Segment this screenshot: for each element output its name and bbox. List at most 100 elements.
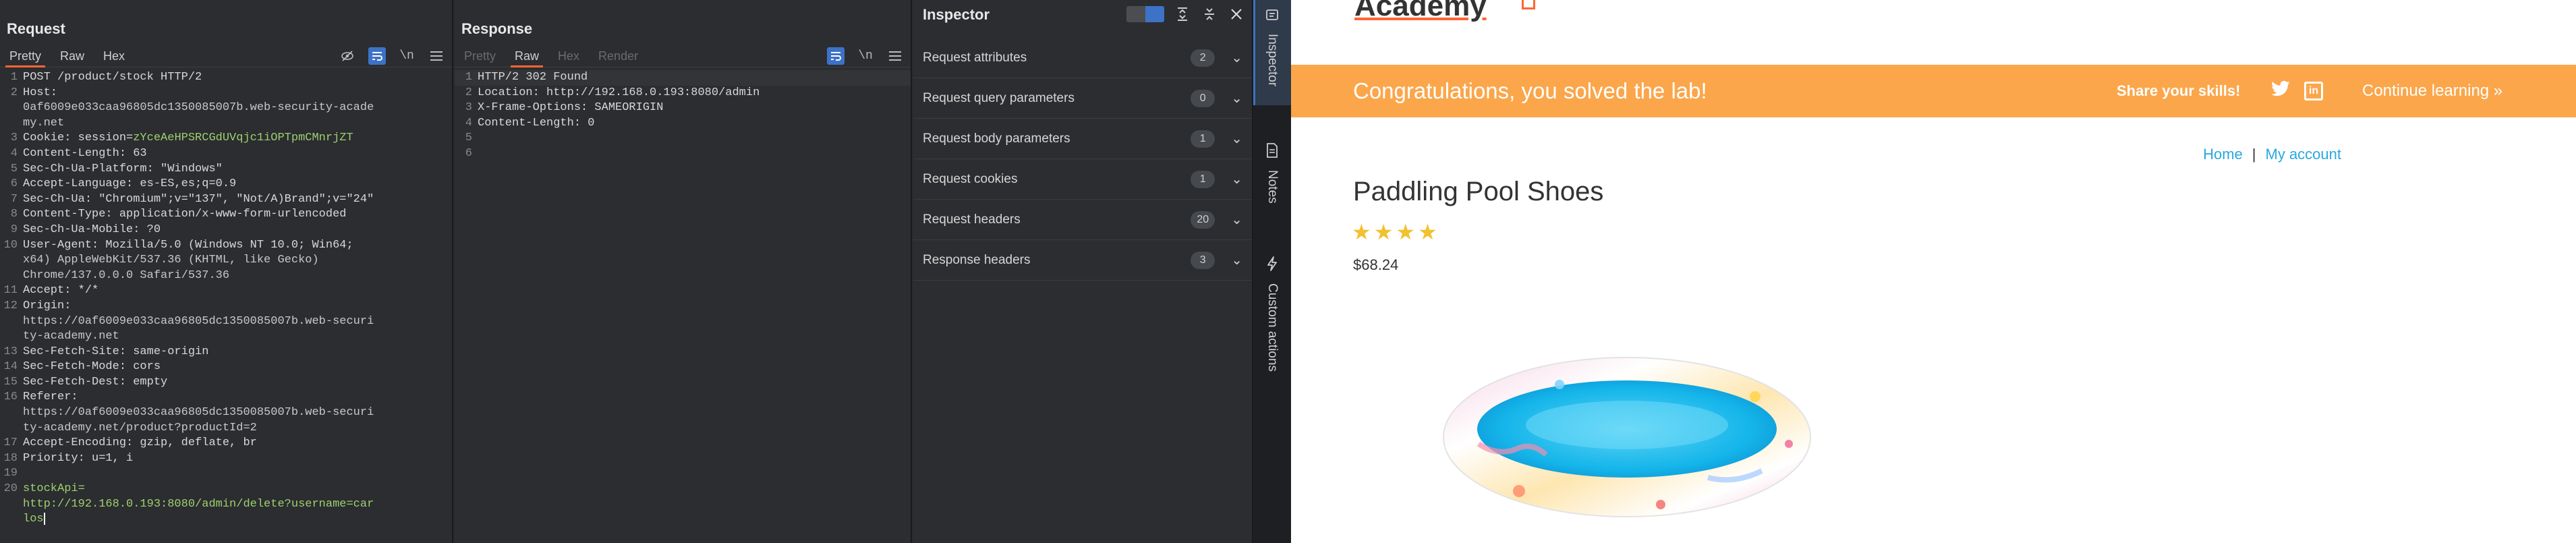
tab-hex[interactable]: Hex [548, 45, 589, 67]
twitter-icon[interactable] [2270, 80, 2291, 103]
code-line[interactable]: 9 Sec-Ch-Ua-Mobile: ?0 [0, 223, 452, 238]
response-editor[interactable]: 1 HTTP/2 302 Found 2 Location: http://192.1… [455, 70, 911, 543]
newline-icon[interactable]: \n [398, 47, 416, 65]
code-line[interactable]: 6 Accept-Language: es-ES,es;q=0.9 [0, 177, 452, 192]
line-text: my.net [20, 116, 452, 132]
code-token: Sec-Ch-Ua-Platform: "Windows" [23, 162, 223, 175]
line-number: 17 [3, 436, 18, 450]
wrap-icon[interactable] [368, 47, 386, 65]
lab-website: Academy Congratulations, you solved the … [1291, 0, 2576, 543]
code-token: Priority: u=1, i [23, 451, 134, 465]
inspector-header: Inspector [913, 0, 1252, 30]
response-title: Response [461, 20, 533, 37]
menu-icon[interactable] [428, 47, 445, 65]
line-text: Accept-Encoding: gzip, deflate, br [20, 436, 452, 451]
tab-raw[interactable]: Raw [505, 45, 548, 67]
side-tab-inspector[interactable]: Inspector [1253, 0, 1291, 105]
code-line[interactable]: ty-academy.net/product?productId=2 [0, 421, 452, 436]
eye-slash-icon[interactable] [339, 47, 356, 65]
code-line[interactable]: 14 Sec-Fetch-Mode: cors [0, 360, 452, 375]
code-line[interactable]: https://0af6009e033caa96805dc1350085007b… [0, 314, 452, 330]
tab-render[interactable]: Render [589, 45, 648, 67]
chevron-down-icon[interactable]: ⌄ [1231, 252, 1242, 268]
code-line[interactable]: 18 Priority: u=1, i [0, 451, 452, 467]
collapse-all-icon[interactable] [1201, 5, 1218, 23]
inspector-layout-toggle[interactable] [1126, 6, 1164, 22]
wrap-icon[interactable] [827, 47, 845, 65]
academy-logo[interactable]: Academy [1354, 0, 1487, 23]
continue-learning-link[interactable]: Continue learning » [2362, 82, 2502, 101]
inspector-row-request-headers[interactable]: Request headers 20 ⌄ [913, 200, 1252, 240]
chevron-down-icon[interactable]: ⌄ [1231, 90, 1242, 107]
rating-stars: ★★★★ [1352, 219, 1440, 245]
code-line[interactable]: 0af6009e033caa96805dc1350085007b.web-sec… [0, 101, 452, 116]
line-text: X-Frame-Options: SAMEORIGIN [475, 101, 911, 116]
side-tab-label: Custom actions [1265, 283, 1280, 372]
code-line[interactable]: 20 stockApi= [0, 482, 452, 497]
code-line[interactable]: 6 [455, 146, 911, 162]
chevron-down-icon[interactable]: ⌄ [1231, 49, 1242, 66]
code-line[interactable]: my.net [0, 116, 452, 132]
inspector-row-request-body-parameters[interactable]: Request body parameters 1 ⌄ [913, 119, 1252, 159]
code-line[interactable]: http://192.168.0.193:8080/admin/delete?u… [0, 497, 452, 513]
linkedin-icon[interactable]: in [2304, 82, 2323, 101]
layout-table-icon[interactable] [1145, 6, 1164, 22]
chevron-down-icon[interactable]: ⌄ [1231, 130, 1242, 147]
line-text: Sec-Fetch-Mode: cors [20, 360, 452, 375]
code-line[interactable]: x64) AppleWebKit/537.36 (KHTML, like Gec… [0, 253, 452, 268]
code-line[interactable]: 4 Content-Length: 63 [0, 146, 452, 162]
inspector-row-response-headers[interactable]: Response headers 3 ⌄ [913, 240, 1252, 281]
my-account-link[interactable]: My account [2266, 146, 2342, 163]
side-tab-notes[interactable]: Notes [1253, 143, 1291, 231]
code-line[interactable]: 4 Content-Length: 0 [455, 116, 911, 132]
line-text: User-Agent: Mozilla/5.0 (Windows NT 10.0… [20, 238, 452, 254]
code-line[interactable]: 12 Origin: [0, 299, 452, 314]
code-line[interactable]: 2 Location: http://192.168.0.193:8080/adm… [455, 86, 911, 101]
code-line[interactable]: los [0, 512, 452, 527]
code-line[interactable]: 2 Host: [0, 86, 452, 101]
chevron-down-icon[interactable]: ⌄ [1231, 211, 1242, 228]
code-line[interactable]: 11 Accept: */* [0, 283, 452, 299]
code-line[interactable]: 17 Accept-Encoding: gzip, deflate, br [0, 436, 452, 451]
close-icon[interactable] [1228, 5, 1245, 23]
code-line[interactable]: 13 Sec-Fetch-Site: same-origin [0, 345, 452, 360]
code-line[interactable]: https://0af6009e033caa96805dc1350085007b… [0, 405, 452, 421]
code-line[interactable]: 3 X-Frame-Options: SAMEORIGIN [455, 101, 911, 116]
code-line[interactable]: 7 Sec-Ch-Ua: "Chromium";v="137", "Not/A)B… [0, 192, 452, 208]
code-line[interactable]: 19 [0, 466, 452, 482]
side-tab-custom-actions[interactable]: Custom actions [1253, 256, 1291, 405]
code-line[interactable]: 3 Cookie: session=zYceAeHPSRCGdUVqjc1iOPT… [0, 131, 452, 146]
menu-icon[interactable] [886, 47, 904, 65]
request-editor[interactable]: 1 POST /product/stock HTTP/2 2 Host: 0af6009… [0, 70, 452, 543]
line-text: los [20, 512, 452, 527]
tab-hex[interactable]: Hex [94, 45, 134, 67]
code-line[interactable]: 10 User-Agent: Mozilla/5.0 (Windows NT 10… [0, 238, 452, 254]
code-token: Origin: [23, 299, 71, 312]
code-token: Accept-Encoding: gzip, deflate, br [23, 436, 257, 450]
inspector-row-request-query-parameters[interactable]: Request query parameters 0 ⌄ [913, 78, 1252, 119]
inspector-row-request-attributes[interactable]: Request attributes 2 ⌄ [913, 38, 1252, 78]
tab-pretty[interactable]: Pretty [455, 45, 505, 67]
code-line[interactable]: 5 [455, 131, 911, 146]
code-token: Sec-Fetch-Mode: cors [23, 360, 161, 374]
code-line[interactable]: 15 Sec-Fetch-Dest: empty [0, 375, 452, 391]
code-line[interactable]: 16 Referer: [0, 390, 452, 405]
line-number: 11 [3, 284, 18, 297]
line-number: 14 [3, 360, 18, 374]
code-line[interactable]: 8 Content-Type: application/x-www-form-ur… [0, 207, 452, 223]
tab-raw[interactable]: Raw [51, 45, 94, 67]
layout-list-icon[interactable] [1126, 6, 1145, 22]
code-token: Host: [23, 86, 58, 99]
line-text: stockApi= [20, 482, 452, 497]
chevron-down-icon[interactable]: ⌄ [1231, 171, 1242, 188]
inspector-row-request-cookies[interactable]: Request cookies 1 ⌄ [913, 159, 1252, 200]
home-link[interactable]: Home [2203, 146, 2243, 163]
code-line[interactable]: 1 HTTP/2 302 Found [455, 70, 911, 86]
code-line[interactable]: 5 Sec-Ch-Ua-Platform: "Windows" [0, 162, 452, 177]
code-line[interactable]: ty-academy.net [0, 329, 452, 345]
expand-all-icon[interactable] [1174, 5, 1191, 23]
newline-icon[interactable]: \n [857, 47, 874, 65]
tab-pretty[interactable]: Pretty [0, 45, 51, 67]
code-line[interactable]: Chrome/137.0.0.0 Safari/537.36 [0, 268, 452, 284]
code-line[interactable]: 1 POST /product/stock HTTP/2 [0, 70, 452, 86]
